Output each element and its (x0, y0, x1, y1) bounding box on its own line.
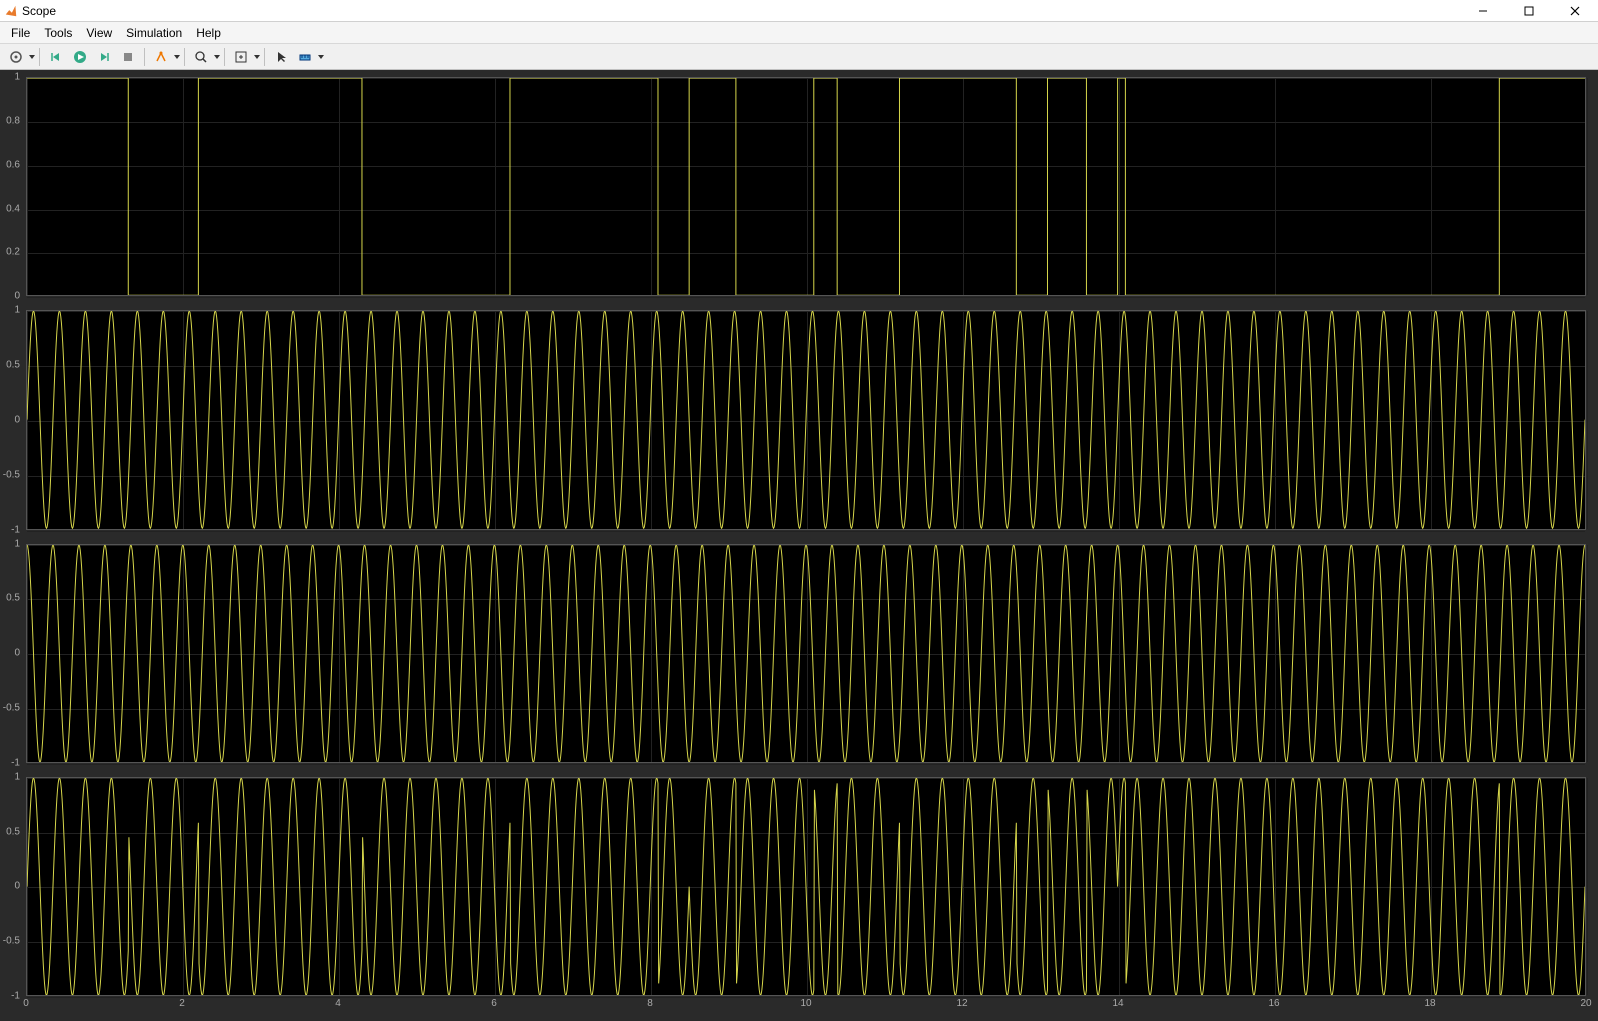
signal-trace (27, 545, 1585, 762)
y-tick-label: 0.2 (0, 247, 22, 258)
y-tick-label: 0 (0, 291, 22, 302)
close-button[interactable] (1552, 0, 1598, 21)
x-tick-label: 16 (1268, 998, 1279, 1021)
y-tick-label: 0.6 (0, 159, 22, 170)
x-tick-label: 2 (179, 998, 185, 1021)
configure-button[interactable] (5, 46, 27, 68)
y-tick-label: 1 (0, 538, 22, 549)
x-tick-label: 18 (1424, 998, 1435, 1021)
autoscale-button[interactable] (230, 46, 252, 68)
separator (264, 48, 265, 66)
y-tick-label: -1 (0, 757, 22, 768)
y-tick-label: -0.5 (0, 702, 22, 713)
y-tick-label: 0.4 (0, 203, 22, 214)
menu-tools[interactable]: Tools (37, 22, 79, 44)
y-tick-label: 0 (0, 648, 22, 659)
cursor-button[interactable] (270, 46, 292, 68)
y-tick-label: 0.8 (0, 115, 22, 126)
minimize-button[interactable] (1460, 0, 1506, 21)
maximize-button[interactable] (1506, 0, 1552, 21)
gridline-vertical (1587, 545, 1588, 762)
plot-canvas (26, 544, 1586, 763)
menu-simulation[interactable]: Simulation (119, 22, 189, 44)
subplot-3[interactable]: -1-0.500.51 (0, 544, 1598, 763)
chevron-down-icon (29, 55, 35, 59)
x-tick-label: 4 (335, 998, 341, 1021)
y-tick-label: 1 (0, 771, 22, 782)
stop-button[interactable] (117, 46, 139, 68)
x-tick-label: 10 (800, 998, 811, 1021)
x-tick-label: 6 (491, 998, 497, 1021)
chevron-down-icon (318, 55, 324, 59)
matlab-icon (4, 4, 18, 18)
plot-canvas (26, 777, 1586, 996)
chevron-down-icon (174, 55, 180, 59)
subplot-2[interactable]: -1-0.500.51 (0, 310, 1598, 529)
x-tick-label: 20 (1580, 998, 1591, 1021)
plot-canvas (26, 77, 1586, 296)
subplot-1[interactable]: 00.20.40.60.81 (0, 77, 1598, 296)
x-tick-label: 14 (1112, 998, 1123, 1021)
menu-file[interactable]: File (4, 22, 37, 44)
menu-view[interactable]: View (79, 22, 119, 44)
autoscale-dropdown[interactable] (253, 55, 260, 59)
subplot-4[interactable]: -1-0.500.51 (0, 777, 1598, 996)
y-tick-label: 0 (0, 414, 22, 425)
separator (144, 48, 145, 66)
y-tick-label: -0.5 (0, 469, 22, 480)
y-tick-label: 0.5 (0, 826, 22, 837)
y-tick-label: -1 (0, 524, 22, 535)
configure-dropdown[interactable] (28, 55, 35, 59)
measure-button[interactable] (294, 46, 316, 68)
zoom-dropdown[interactable] (213, 55, 220, 59)
y-tick-label: -1 (0, 991, 22, 1002)
highlight-dropdown[interactable] (173, 55, 180, 59)
highlight-button[interactable] (150, 46, 172, 68)
gridline-vertical (1587, 311, 1588, 528)
step-back-button[interactable] (45, 46, 67, 68)
zoom-button[interactable] (190, 46, 212, 68)
plot-canvas (26, 310, 1586, 529)
signal-trace (27, 78, 1585, 295)
chevron-down-icon (254, 55, 260, 59)
chevron-down-icon (214, 55, 220, 59)
titlebar: Scope (0, 0, 1598, 22)
gridline-horizontal (27, 531, 1585, 532)
separator (224, 48, 225, 66)
gridline-vertical (1587, 78, 1588, 295)
plot-region: 知乎 @扶嬴 00.20.40.60.81-1-0.500.51-1-0.500… (0, 70, 1598, 1021)
gridline-horizontal (27, 297, 1585, 298)
separator (39, 48, 40, 66)
y-tick-label: 0.5 (0, 593, 22, 604)
menu-help[interactable]: Help (189, 22, 228, 44)
window-title: Scope (22, 4, 1594, 18)
toolbar (0, 44, 1598, 70)
separator (184, 48, 185, 66)
y-tick-label: 1 (0, 72, 22, 83)
run-button[interactable] (69, 46, 91, 68)
gridline-vertical (1587, 778, 1588, 995)
x-tick-label: 8 (647, 998, 653, 1021)
measure-dropdown[interactable] (317, 55, 324, 59)
y-tick-label: -0.5 (0, 936, 22, 947)
menubar: File Tools View Simulation Help (0, 22, 1598, 44)
x-tick-label: 12 (956, 998, 967, 1021)
y-tick-label: 0.5 (0, 360, 22, 371)
signal-trace (27, 311, 1585, 528)
x-tick-label: 0 (23, 998, 29, 1021)
y-tick-label: 1 (0, 305, 22, 316)
y-tick-label: 0 (0, 881, 22, 892)
signal-trace (27, 778, 1585, 995)
gridline-horizontal (27, 764, 1585, 765)
step-forward-button[interactable] (93, 46, 115, 68)
